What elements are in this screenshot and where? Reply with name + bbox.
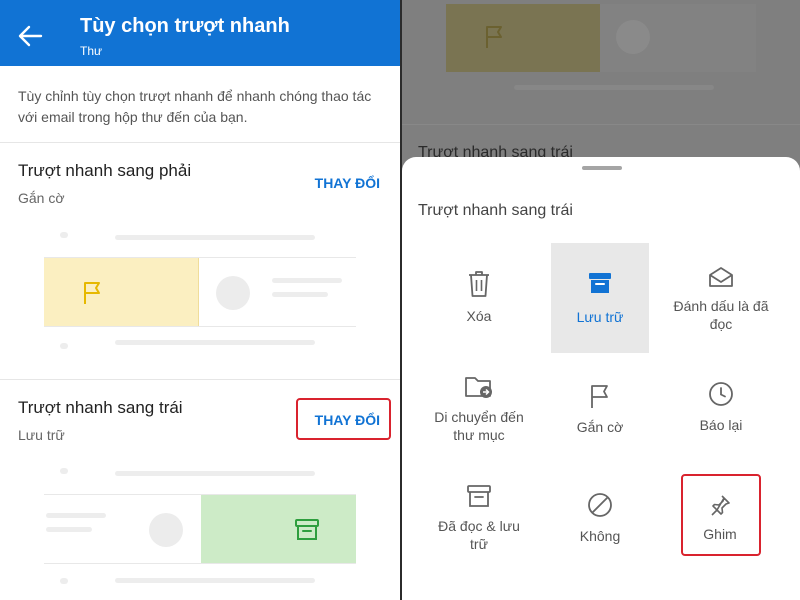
skeleton-line	[60, 578, 68, 584]
option-label: Gắn cờ	[576, 419, 624, 435]
swipe-settings-screen: Tùy chọn trượt nhanh Thư Tùy chỉnh tùy c…	[0, 0, 400, 600]
archive-icon	[589, 273, 611, 293]
swipe-left-value: Lưu trữ	[18, 427, 65, 443]
page-subtitle: Thư	[80, 44, 103, 58]
skeleton-line	[272, 292, 328, 297]
option-delete[interactable]: Xóa	[430, 243, 528, 353]
flag-swipe-area	[44, 258, 199, 326]
dimmed-flag-area	[446, 4, 600, 72]
skeleton-line	[272, 278, 342, 283]
divider	[402, 124, 800, 125]
option-label: Không	[579, 528, 621, 544]
skeleton-line	[60, 343, 68, 349]
sheet-title: Trượt nhanh sang trái	[418, 202, 573, 219]
option-label: Báo lại	[699, 417, 743, 433]
option-none[interactable]: Không	[551, 479, 649, 589]
skeleton-line	[115, 578, 315, 583]
avatar-placeholder	[216, 276, 250, 310]
read-archive-icon	[467, 485, 491, 507]
option-label: Đánh dấu là đã đọc	[673, 298, 769, 332]
option-mark-read[interactable]: Đánh dấu là đã đọc	[672, 243, 770, 353]
option-archive[interactable]: Lưu trữ	[551, 243, 649, 353]
flag-icon	[591, 385, 608, 408]
flag-icon	[84, 282, 100, 304]
divider	[0, 379, 400, 380]
avatar-placeholder	[149, 513, 183, 547]
option-move-folder[interactable]: Di chuyển đến thư mục	[430, 364, 528, 474]
option-snooze[interactable]: Báo lại	[672, 364, 770, 474]
change-swipe-right-button[interactable]: THAY ĐỔI	[315, 175, 380, 191]
skeleton-line	[46, 527, 92, 532]
swipe-left-title: Trượt nhanh sang trái	[18, 398, 183, 417]
open-envelope-icon	[709, 267, 733, 287]
option-label: Lưu trữ	[576, 309, 624, 325]
none-icon	[588, 493, 612, 517]
move-folder-icon	[465, 377, 492, 398]
option-read-archive[interactable]: Đã đọc & lưu trữ	[430, 479, 528, 589]
trash-icon	[469, 271, 489, 297]
skeleton-line	[115, 235, 315, 240]
drag-handle[interactable]	[582, 166, 622, 170]
swipe-right-value: Gắn cờ	[18, 190, 65, 206]
swipe-left-preview-row	[44, 494, 356, 564]
divider	[0, 142, 400, 143]
option-label: Di chuyển đến thư mục	[434, 409, 524, 443]
swipe-right-title: Trượt nhanh sang phải	[18, 161, 192, 180]
clock-icon	[709, 382, 733, 406]
dimmed-email-row	[600, 4, 756, 72]
option-flag[interactable]: Gắn cờ	[551, 364, 649, 474]
back-arrow-icon[interactable]	[14, 20, 46, 52]
archive-icon	[295, 519, 319, 540]
skeleton-line	[60, 232, 68, 238]
avatar-placeholder	[616, 20, 650, 54]
highlight-box	[681, 474, 761, 556]
skeleton-line	[115, 471, 315, 476]
flag-icon	[486, 26, 502, 48]
skeleton-line	[60, 468, 68, 474]
settings-description: Tùy chỉnh tùy chọn trượt nhanh để nhanh …	[18, 88, 372, 125]
swipe-right-preview-row	[44, 257, 356, 327]
skeleton-line	[46, 513, 106, 518]
skeleton-line	[514, 85, 714, 90]
app-bar: Tùy chọn trượt nhanh Thư	[0, 0, 400, 66]
option-label: Đã đọc & lưu trữ	[438, 518, 520, 552]
page-title: Tùy chọn trượt nhanh	[80, 15, 290, 37]
option-label: Xóa	[466, 308, 492, 324]
skeleton-line	[115, 340, 315, 345]
archive-swipe-area	[201, 495, 356, 563]
bottom-sheet-screen: Trượt nhanh sang trái Trượt nhanh sang t…	[402, 0, 800, 600]
highlight-box	[296, 398, 391, 440]
swipe-option-sheet: Trượt nhanh sang trái Xóa Lưu trữ Đánh d…	[402, 157, 800, 600]
